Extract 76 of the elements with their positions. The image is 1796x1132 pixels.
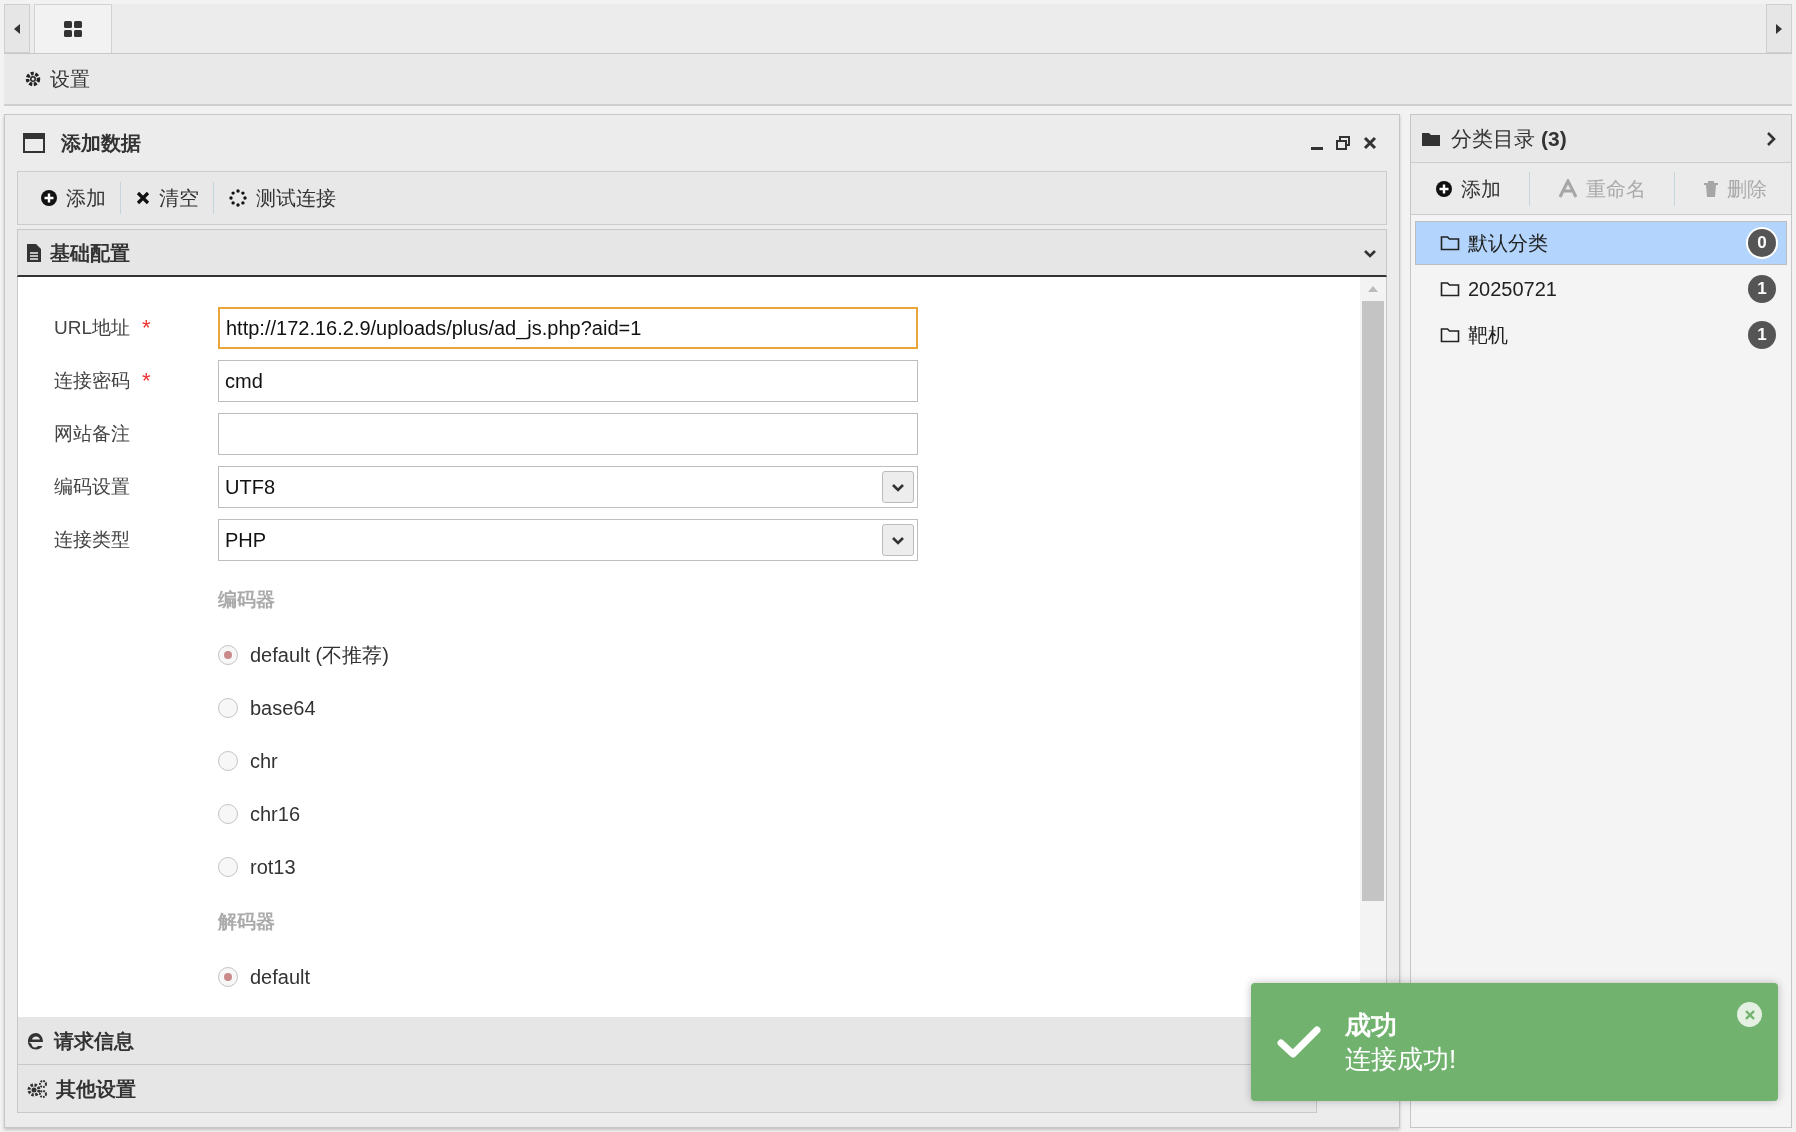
panel-title: 添加数据 — [61, 131, 141, 156]
grid-icon — [63, 20, 83, 38]
window-icon — [23, 133, 45, 153]
close-icon — [135, 190, 151, 206]
category-item[interactable]: 靶机 1 — [1415, 313, 1787, 357]
settings-icon — [24, 70, 42, 88]
gears-icon — [26, 1078, 48, 1099]
document-icon — [26, 242, 42, 263]
chevron-right-icon — [1764, 130, 1778, 147]
category-item[interactable]: 20250721 1 — [1415, 267, 1787, 311]
count-badge: 1 — [1748, 321, 1776, 349]
up-triangle-icon — [1367, 285, 1379, 293]
radio-option[interactable]: rot13 — [218, 840, 1360, 894]
radio-option[interactable]: base64 — [218, 681, 1360, 735]
input-field[interactable]: http://172.16.2.9/uploads/plus/ad_js.php?aid=1 — [218, 307, 918, 349]
radio-option[interactable]: chr16 — [218, 787, 1360, 841]
plus-circle-icon — [40, 189, 58, 207]
letter-a-icon — [1558, 178, 1578, 199]
dropdown-button[interactable] — [882, 471, 914, 503]
folder-icon — [1440, 235, 1460, 251]
radio-button[interactable] — [218, 804, 238, 824]
select-field[interactable]: UTF8 — [218, 466, 918, 508]
field-label: 连接类型 — [54, 527, 130, 552]
toolbar-button[interactable]: 清空 — [121, 178, 213, 218]
field-label: 连接密码 — [54, 368, 130, 393]
category-count: (3) — [1541, 125, 1567, 152]
right-triangle-icon — [1775, 22, 1783, 35]
group-label: 解码器 — [218, 909, 276, 934]
scroll-right-button[interactable] — [1766, 4, 1792, 53]
category-item[interactable]: 默认分类 0 — [1415, 221, 1787, 265]
left-triangle-icon — [13, 22, 21, 35]
radio-button[interactable] — [218, 751, 238, 771]
dropdown-button[interactable] — [882, 524, 914, 556]
radio-button[interactable] — [218, 698, 238, 718]
close-button[interactable] — [1361, 134, 1379, 152]
radio-option[interactable]: default (不推荐) — [218, 628, 1360, 682]
select-field[interactable]: PHP — [218, 519, 918, 561]
settings-button[interactable]: 设置 — [24, 64, 90, 94]
restore-button[interactable] — [1335, 135, 1351, 151]
folder-icon — [1440, 281, 1460, 297]
input-field[interactable]: cmd — [218, 360, 918, 402]
field-label: URL地址 — [54, 315, 130, 340]
radio-button[interactable] — [218, 645, 238, 665]
folder-icon — [1421, 130, 1441, 147]
section-header[interactable]: 基础配置 — [17, 229, 1387, 277]
radio-button[interactable] — [218, 857, 238, 877]
count-badge: 0 — [1748, 229, 1776, 257]
toolbar-button[interactable]: 测试连接 — [214, 178, 350, 218]
radio-option[interactable]: chr — [218, 734, 1360, 788]
spinner-icon — [228, 188, 248, 208]
count-badge: 1 — [1748, 275, 1776, 303]
radio-button[interactable] — [218, 966, 238, 987]
checkmark-icon — [1277, 1025, 1321, 1059]
toolbar-button[interactable]: 添加 — [26, 178, 120, 218]
close-icon — [1363, 136, 1377, 150]
required-mark: * — [142, 370, 151, 392]
group-label: 编码器 — [218, 588, 276, 612]
toolbar-button[interactable]: 添加 — [1427, 168, 1509, 209]
radio-option[interactable]: default — [218, 950, 1360, 1003]
field-label: 网站备注 — [54, 421, 130, 446]
restore-icon — [1336, 136, 1350, 150]
minimize-icon — [1311, 147, 1323, 151]
plus-circle-icon — [1435, 179, 1453, 198]
input-field[interactable] — [218, 413, 918, 455]
sidebar-title: 分类目录 — [1451, 125, 1535, 152]
grid-tab[interactable] — [34, 4, 112, 53]
required-mark: * — [142, 317, 151, 339]
letter-e-icon — [26, 1030, 46, 1051]
toast-message: 连接成功! — [1345, 1043, 1457, 1076]
folder-icon — [1440, 327, 1460, 343]
field-label: 编码设置 — [54, 474, 130, 499]
section-header[interactable]: 其他设置 — [17, 1065, 1317, 1113]
toast-title: 成功 — [1345, 1009, 1398, 1042]
scroll-left-button[interactable] — [4, 4, 30, 53]
trash-icon — [1703, 179, 1719, 198]
close-icon — [1744, 1009, 1755, 1020]
